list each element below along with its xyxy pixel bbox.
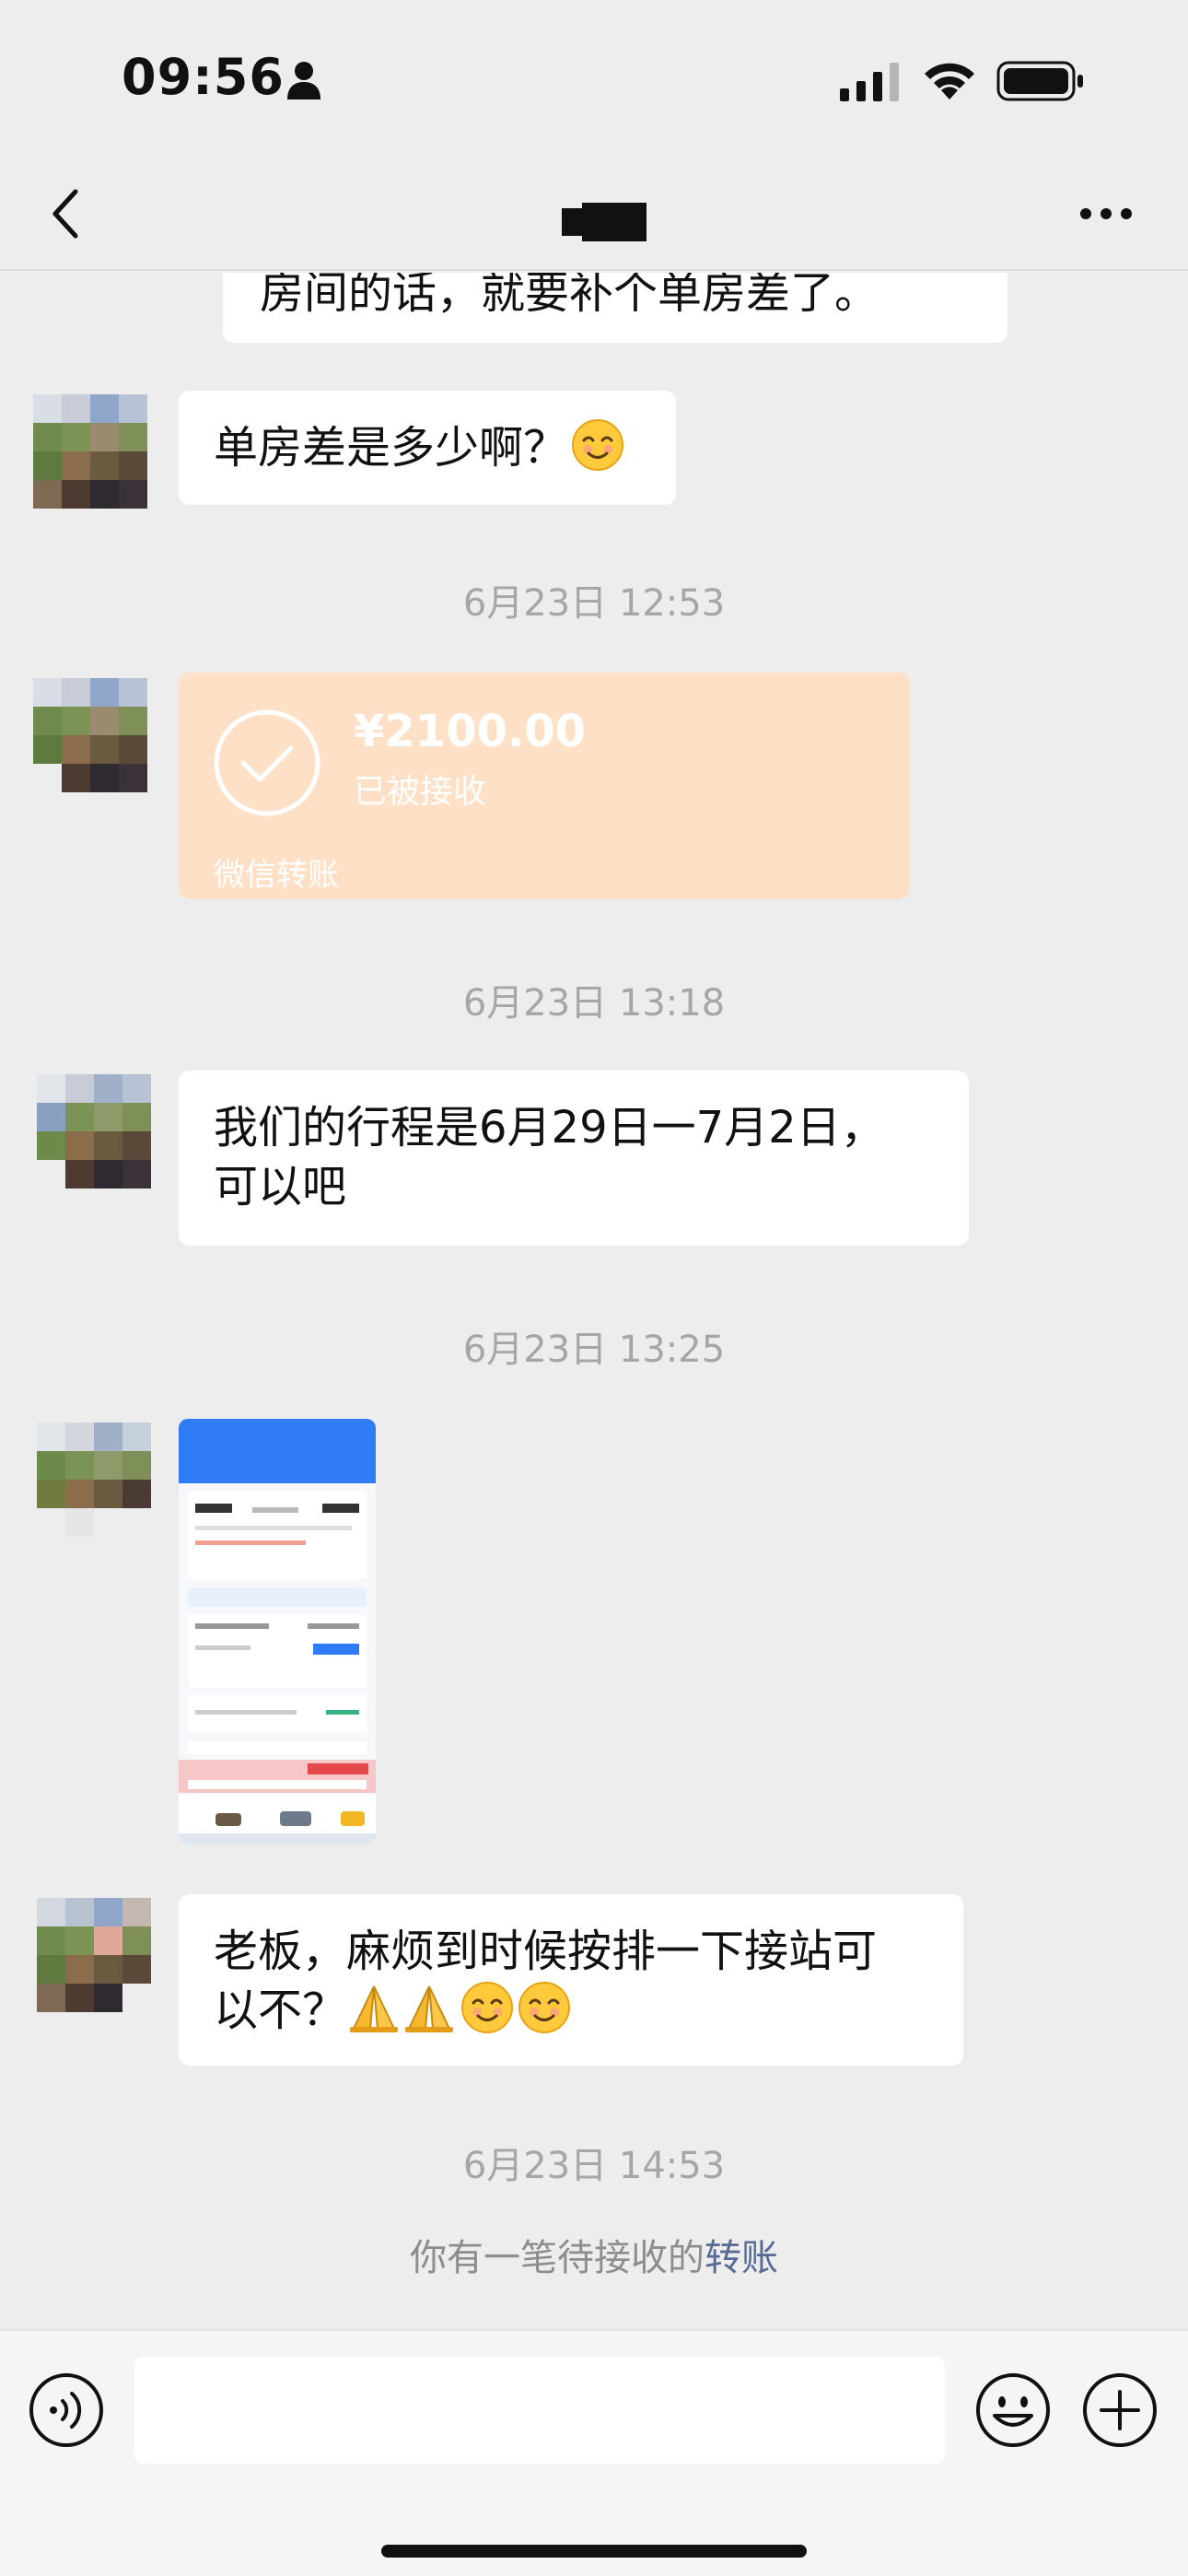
message-timestamp: 6月23日 13:18 (462, 982, 726, 1025)
home-indicator[interactable] (381, 2545, 807, 2558)
message-bubble-itinerary[interactable]: 我们的行程是6月29日一7月2日， 可以吧 (179, 1071, 969, 1246)
status-bar: 09:56 (0, 0, 1188, 157)
message-text: 单房差是多少啊？ (214, 422, 568, 474)
wifi-icon (925, 63, 974, 100)
emoji-picker-button[interactable] (974, 2371, 1052, 2449)
contact-avatar[interactable] (33, 678, 147, 792)
contact-avatar[interactable] (37, 1074, 151, 1188)
pending-transfer-link[interactable]: 转账 (705, 2237, 778, 2279)
more-options-button[interactable] (1074, 193, 1138, 234)
chat-nav-bar (0, 157, 1188, 271)
ticket-screenshot-preview (179, 1419, 376, 1844)
transfer-label: 微信转账 (214, 857, 339, 894)
smiling-face-emoji-icon (518, 1982, 571, 2033)
smiling-face-emoji-icon (461, 1982, 514, 2033)
wechat-transfer-card[interactable]: ¥2100.00 已被接收 微信转账 (179, 673, 910, 899)
shared-screenshot-image[interactable] (179, 1419, 376, 1844)
smiling-face-emoji-icon (572, 419, 624, 471)
message-text-line: 老板，麻烦到时候按排一下接站可 (214, 1926, 878, 1977)
message-text: 以不？ (214, 1985, 347, 2036)
message-text-line-2: 以不？ (214, 1981, 928, 2040)
chat-title-redacted (562, 203, 646, 241)
pending-transfer-text: 你有一笔待接收的 (410, 2237, 705, 2279)
status-time: 09:56 (122, 48, 285, 106)
person-icon (287, 62, 320, 100)
battery-icon (996, 61, 1083, 101)
transfer-amount: ¥2100.00 (354, 706, 587, 757)
message-text-line: 可以吧 (214, 1161, 347, 1212)
pending-transfer-notice: 你有一笔待接收的转账 (0, 2228, 1188, 2281)
folded-hands-emoji-icon (350, 1985, 399, 2032)
contact-avatar[interactable] (37, 1423, 151, 1537)
back-button[interactable] (37, 179, 101, 249)
message-timestamp: 6月23日 12:53 (462, 582, 726, 625)
message-bubble-pickup-request[interactable]: 老板，麻烦到时候按排一下接站可 以不？ (179, 1894, 963, 2066)
chat-input-bar (0, 2329, 1188, 2576)
message-bubble-single-room[interactable]: 单房差是多少啊？ (179, 391, 676, 505)
folded-hands-emoji-icon (405, 1985, 454, 2032)
message-bubble-partial[interactable]: 房间的话，就要补个单房差了。 (223, 273, 1007, 343)
contact-avatar[interactable] (33, 394, 147, 509)
transfer-status: 已被接收 (354, 773, 487, 811)
message-text-line: 我们的行程是6月29日一7月2日， (214, 1102, 885, 1153)
message-input-field[interactable] (134, 2357, 945, 2464)
more-actions-plus-button[interactable] (1081, 2371, 1159, 2449)
cellular-signal-icon (840, 63, 899, 101)
message-text: 房间的话，就要补个单房差了。 (260, 273, 879, 319)
check-circle-icon (214, 709, 320, 816)
voice-input-button[interactable] (28, 2371, 105, 2449)
chat-message-list[interactable]: 房间的话，就要补个单房差了。 单房差是多少啊？ 6月23日 12:53 ¥210… (0, 273, 1188, 2327)
message-timestamp: 6月23日 14:53 (462, 2145, 726, 2187)
contact-avatar[interactable] (37, 1898, 151, 2012)
message-timestamp: 6月23日 13:25 (462, 1329, 726, 1371)
